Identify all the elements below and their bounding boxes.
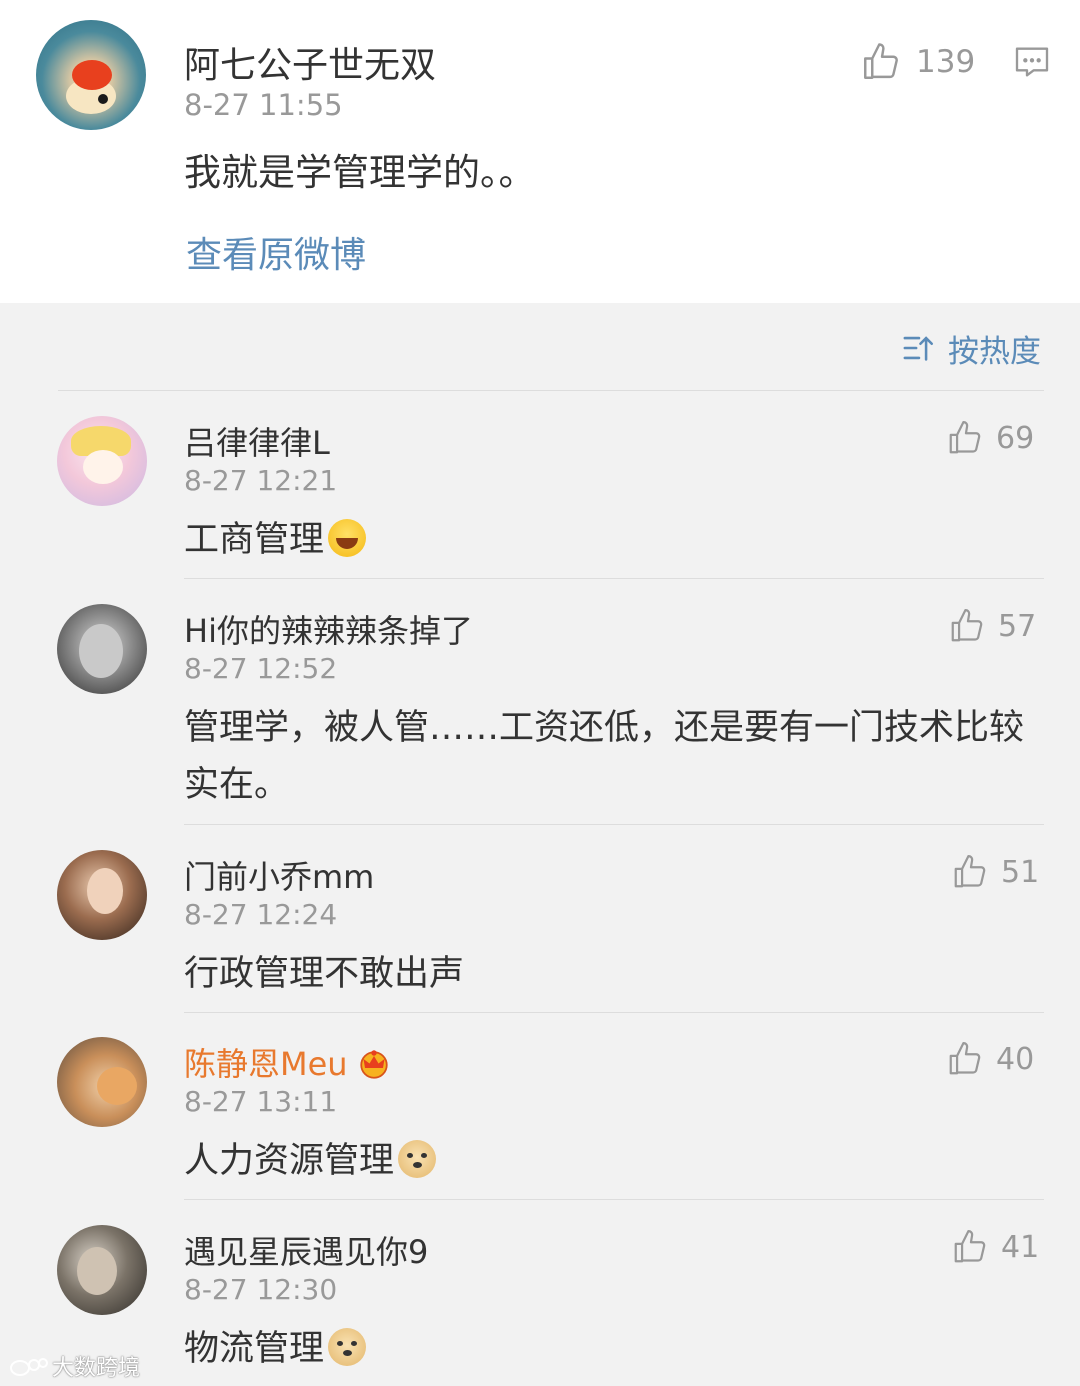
comment-like-count: 41: [1001, 1229, 1040, 1265]
thumbs-up-icon: [949, 421, 981, 454]
sort-label: 按热度: [948, 333, 1041, 370]
divider: [184, 578, 1044, 579]
commenter-name-text: 陈静恩Meu: [184, 1045, 348, 1083]
comment-like-button[interactable]: 57: [948, 606, 1036, 646]
comment-text: 物流管理: [184, 1321, 1024, 1378]
main-post: 阿七公子世无双 8-27 11:55 我就是学管理学的。。 查看原微博 139: [0, 0, 1080, 303]
author-name[interactable]: 阿七公子世无双: [184, 36, 436, 88]
comment-like-button[interactable]: 41: [951, 1227, 1039, 1267]
thumbs-up-icon: [949, 1042, 981, 1075]
avatar-face: [87, 868, 123, 914]
comment-time: 8-27 13:11: [184, 1085, 338, 1118]
commenter-avatar[interactable]: [57, 604, 147, 694]
comment-text-content: 物流管理: [184, 1329, 325, 1369]
sort-icon: [903, 336, 934, 361]
comment-time: 8-27 12:30: [184, 1273, 338, 1306]
commenter-avatar[interactable]: [57, 416, 147, 506]
sort-by-hot-button[interactable]: 按热度: [902, 326, 1041, 370]
thumbs-up-icon: [954, 1230, 986, 1263]
thumbs-up-icon: [954, 855, 986, 888]
comment-like-count: 57: [998, 608, 1037, 644]
comment-time: 8-27 12:52: [184, 652, 338, 685]
divider: [184, 824, 1044, 825]
comment-like-count: 51: [1001, 854, 1040, 890]
avatar-face: [77, 1247, 117, 1295]
comment-like-button[interactable]: 69: [946, 418, 1034, 458]
commenter-avatar[interactable]: [57, 850, 147, 940]
fish-eye: [98, 94, 108, 104]
avatar-face: [79, 624, 123, 678]
like-count: 139: [916, 44, 976, 80]
comment-text-content: 工商管理: [184, 520, 325, 560]
doge-emoji-icon: [328, 1328, 367, 1366]
avatar-cat: [97, 1067, 137, 1105]
divider: [184, 1199, 1044, 1200]
divider: [58, 390, 1044, 391]
post-time: 8-27 11:55: [184, 88, 343, 122]
laughing-tears-emoji-icon: [328, 519, 367, 557]
comment-time: 8-27 12:24: [184, 898, 338, 931]
commenter-avatar[interactable]: [57, 1225, 147, 1315]
comment-text: 管理学，被人管……工资还低，还是要有一门技术比较实在。: [184, 708, 1025, 805]
weibo-logo-icon: [10, 1358, 48, 1376]
vip-crown-icon: [359, 1050, 388, 1079]
fish-head: [72, 60, 112, 90]
commenter-name[interactable]: 吕律律律L: [184, 418, 330, 464]
comment-like-count: 69: [996, 420, 1035, 456]
comment-time: 8-27 12:21: [184, 464, 338, 497]
comment-text: 工商管理: [184, 512, 1024, 569]
post-text: 我就是学管理学的。。: [184, 151, 536, 194]
author-avatar[interactable]: [36, 20, 146, 130]
view-original-link[interactable]: 查看原微博: [186, 226, 366, 278]
comment-like-count: 40: [996, 1041, 1035, 1077]
comment-text: 人力资源管理: [184, 1133, 1024, 1190]
doge-emoji-icon: [398, 1140, 437, 1178]
divider: [184, 1012, 1044, 1013]
thumbs-up-icon: [951, 609, 983, 642]
avatar-face: [83, 450, 123, 484]
commenter-name[interactable]: 遇见星辰遇见你9: [184, 1227, 428, 1273]
watermark: 大数跨境: [8, 1350, 140, 1382]
commenter-name[interactable]: Hi你的辣辣辣条掉了: [184, 606, 473, 652]
comment-text: 行政管理不敢出声: [184, 954, 465, 994]
comment-like-button[interactable]: 51: [951, 852, 1039, 892]
watermark-text: 大数跨境: [52, 1356, 141, 1381]
commenter-name[interactable]: 门前小乔mm: [184, 852, 374, 898]
comment-icon[interactable]: [1012, 42, 1052, 82]
comment-like-button[interactable]: 40: [946, 1039, 1034, 1079]
thumbs-up-icon: [864, 43, 898, 79]
like-button[interactable]: 139: [860, 40, 975, 84]
commenter-avatar[interactable]: [57, 1037, 147, 1127]
commenter-name[interactable]: 陈静恩Meu: [184, 1039, 392, 1085]
comment-text-content: 人力资源管理: [184, 1141, 395, 1181]
